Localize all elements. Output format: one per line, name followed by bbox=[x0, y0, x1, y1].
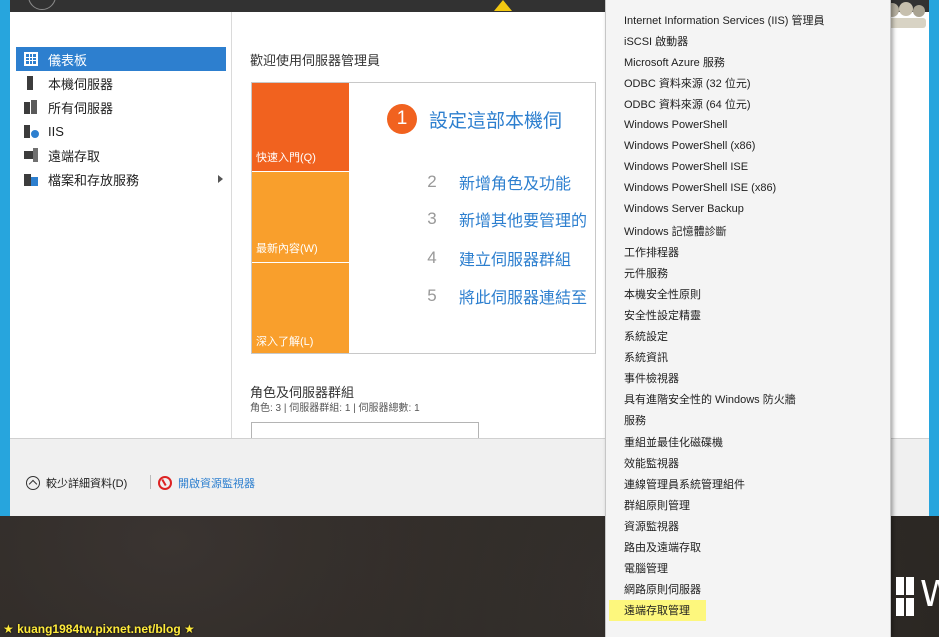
menu-item[interactable]: Windows PowerShell ISE (x86) bbox=[609, 178, 887, 199]
menu-item[interactable]: 效能監視器 bbox=[609, 452, 887, 473]
file-storage-icon bbox=[24, 172, 38, 186]
step-add-roles[interactable]: 2 新增角色及功能 bbox=[417, 170, 571, 194]
chevron-up-icon bbox=[26, 476, 40, 490]
page-title: 歡迎使用伺服器管理員 bbox=[250, 53, 381, 68]
windows-logo-icon bbox=[896, 577, 914, 617]
menu-item[interactable]: Windows PowerShell (x86) bbox=[609, 136, 887, 157]
menu-item[interactable]: Windows PowerShell bbox=[609, 115, 887, 136]
windows-brand-text: W bbox=[920, 574, 939, 615]
step-link[interactable]: 新增其他要管理的 bbox=[459, 207, 587, 231]
tile-quick-start[interactable]: 快速入門(Q) bbox=[252, 83, 349, 171]
tile-label: 深入了解(L) bbox=[256, 336, 314, 348]
step-connect-cloud[interactable]: 5 將此伺服器連結至 bbox=[417, 284, 587, 308]
local-server-icon bbox=[24, 76, 38, 90]
sidebar-item-label: IIS bbox=[48, 123, 64, 139]
menu-item[interactable]: 群組原則管理 bbox=[609, 494, 887, 515]
step-configure-local-server[interactable]: 1 設定這部本機伺 bbox=[387, 104, 562, 134]
less-detail-button[interactable]: 較少詳細資料(D) bbox=[26, 475, 127, 491]
sidebar: 儀表板 本機伺服器 所有伺服器 IIS 遠端存取 檔案和存放服務 bbox=[10, 12, 232, 438]
step-add-servers[interactable]: 3 新增其他要管理的 bbox=[417, 207, 587, 231]
sidebar-item-label: 檔案和存放服務 bbox=[48, 172, 140, 188]
menu-item[interactable]: iSCSI 啟動器 bbox=[609, 30, 887, 51]
tile-label: 最新內容(W) bbox=[256, 243, 318, 255]
menu-item[interactable]: Microsoft Azure 服務 bbox=[609, 51, 887, 72]
step-number: 5 bbox=[427, 286, 437, 305]
menu-item[interactable]: 電腦管理 bbox=[609, 558, 887, 579]
tile-learn-more[interactable]: 深入了解(L) bbox=[252, 263, 349, 353]
sidebar-item-dashboard[interactable]: 儀表板 bbox=[16, 47, 226, 71]
dashboard-icon bbox=[24, 52, 38, 66]
menu-item[interactable]: 連線管理員系統管理組件 bbox=[609, 473, 887, 494]
menu-item[interactable]: 網路原則伺服器 bbox=[609, 579, 887, 600]
menu-item[interactable]: 系統資訊 bbox=[609, 347, 887, 368]
sidebar-item-label: 本機伺服器 bbox=[48, 76, 114, 92]
menu-item[interactable]: Windows 記憶體診斷 bbox=[609, 220, 887, 241]
sidebar-item-local-server[interactable]: 本機伺服器 bbox=[16, 71, 226, 95]
open-resource-monitor-link[interactable]: 開啟資源監視器 bbox=[158, 475, 255, 491]
tile-whats-new[interactable]: 最新內容(W) bbox=[252, 172, 349, 262]
watermark-text: ★ kuang1984tw.pixnet.net/blog ★ bbox=[3, 621, 195, 636]
menu-item[interactable]: 重組並最佳化磁碟機 bbox=[609, 431, 887, 452]
all-servers-icon bbox=[24, 100, 38, 114]
menu-item[interactable]: 具有進階安全性的 Windows 防火牆 bbox=[609, 389, 887, 410]
open-monitor-label: 開啟資源監視器 bbox=[178, 478, 255, 490]
menu-item[interactable]: 服務 bbox=[609, 410, 887, 431]
welcome-tile-panel: 快速入門(Q) 最新內容(W) 深入了解(L) 1 設定這部本機伺 2 新增角色… bbox=[251, 82, 596, 354]
menu-item[interactable]: 工作排程器 bbox=[609, 241, 887, 262]
step-link[interactable]: 將此伺服器連結至 bbox=[459, 284, 587, 308]
iis-icon bbox=[24, 124, 40, 139]
tile-label: 快速入門(Q) bbox=[256, 152, 316, 164]
menu-item[interactable]: 事件檢視器 bbox=[609, 368, 887, 389]
step-number: 1 bbox=[387, 104, 417, 134]
sidebar-item-iis[interactable]: IIS bbox=[16, 119, 226, 143]
menu-item[interactable]: 系統設定 bbox=[609, 326, 887, 347]
remote-access-icon bbox=[24, 148, 38, 162]
sidebar-item-file-storage[interactable]: 檔案和存放服務 bbox=[16, 167, 226, 191]
step-link[interactable]: 設定這部本機伺 bbox=[429, 106, 562, 133]
sidebar-item-label: 所有伺服器 bbox=[48, 100, 114, 116]
menu-item[interactable]: ODBC 資料來源 (64 位元) bbox=[609, 93, 887, 114]
resource-monitor-icon bbox=[158, 476, 172, 490]
menu-item[interactable]: 遠端存取管理 bbox=[609, 599, 706, 621]
menu-item[interactable]: ODBC 資料來源 (32 位元) bbox=[609, 72, 887, 93]
step-number: 3 bbox=[427, 209, 437, 228]
menu-item[interactable]: Windows Server Backup bbox=[609, 199, 887, 220]
tools-dropdown-menu: Internet Information Services (IIS) 管理員 i… bbox=[605, 0, 891, 637]
step-number: 2 bbox=[427, 172, 437, 191]
window-border-right bbox=[929, 0, 939, 516]
step-number: 4 bbox=[427, 248, 437, 267]
window-border-left bbox=[0, 0, 10, 516]
chevron-right-icon bbox=[218, 175, 223, 183]
sidebar-item-label: 儀表板 bbox=[48, 52, 88, 68]
back-button-icon[interactable] bbox=[28, 0, 56, 10]
sidebar-item-remote-access[interactable]: 遠端存取 bbox=[16, 143, 226, 167]
roles-summary: 角色: 3 | 伺服器群組: 1 | 伺服器總數: 1 bbox=[250, 403, 420, 414]
menu-item[interactable]: 路由及遠端存取 bbox=[609, 537, 887, 558]
sidebar-item-all-servers[interactable]: 所有伺服器 bbox=[16, 95, 226, 119]
menu-item[interactable]: 元件服務 bbox=[609, 262, 887, 283]
menu-item[interactable]: 本機安全性原則 bbox=[609, 283, 887, 304]
sidebar-item-label: 遠端存取 bbox=[48, 148, 101, 164]
step-link[interactable]: 新增角色及功能 bbox=[459, 170, 571, 194]
role-card[interactable] bbox=[251, 422, 479, 438]
menu-item[interactable]: 資源監視器 bbox=[609, 515, 887, 536]
less-detail-label: 較少詳細資料(D) bbox=[46, 478, 128, 490]
menu-item[interactable]: 安全性設定精靈 bbox=[609, 304, 887, 325]
divider bbox=[150, 475, 151, 489]
menu-item[interactable]: Windows PowerShell ISE bbox=[609, 157, 887, 178]
warning-flag-icon[interactable] bbox=[494, 0, 512, 11]
step-create-group[interactable]: 4 建立伺服器群組 bbox=[417, 246, 571, 270]
menu-item[interactable]: Internet Information Services (IIS) 管理員 bbox=[609, 9, 887, 30]
step-link[interactable]: 建立伺服器群組 bbox=[459, 246, 571, 270]
